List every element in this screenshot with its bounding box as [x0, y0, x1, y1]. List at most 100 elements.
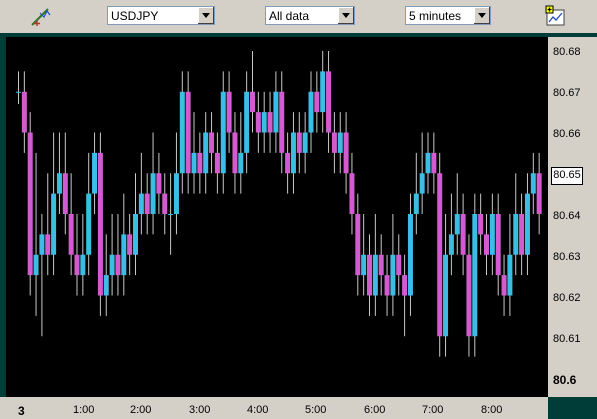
candle-body [343, 132, 349, 174]
interval-select[interactable]: 5 minutes [405, 6, 491, 25]
price-plot[interactable] [6, 37, 548, 397]
candle-body [179, 91, 185, 174]
y-tick-label: 80.67 [553, 87, 581, 99]
time-axis: 3 1:00 2:00 3:00 4:00 5:00 6:00 7:00 8:0… [0, 397, 548, 419]
candle-body [507, 254, 513, 296]
candle-body [27, 132, 33, 276]
symbol-dropdown-arrow-icon[interactable] [197, 7, 214, 24]
candle-body [501, 275, 507, 296]
candle-body [413, 193, 419, 214]
candle-body [51, 193, 57, 255]
candle-body [466, 254, 472, 337]
candle-body [244, 91, 250, 153]
candle-body [460, 214, 466, 255]
candle-body [33, 254, 39, 276]
x-tick-label: 2:00 [130, 404, 152, 416]
candle-body [454, 214, 460, 235]
toolbar: USDJPY All data 5 minutes [0, 0, 597, 33]
range-select[interactable]: All data [265, 6, 355, 25]
candle-body [80, 254, 86, 276]
candle-body [45, 234, 51, 255]
y-tick-label: 80.61 [553, 333, 581, 345]
y-tick-label: 80.62 [553, 292, 581, 304]
candle-body [209, 132, 215, 153]
interval-dropdown-arrow-icon[interactable] [473, 7, 490, 24]
candle-body [56, 173, 62, 194]
candle-body [168, 214, 174, 215]
y-tick-label: 80.6 [553, 373, 577, 387]
candle-body [92, 152, 98, 194]
candle-body [372, 254, 378, 296]
candle-body [197, 152, 203, 174]
candle-body [226, 91, 232, 133]
y-tick-label: 80.66 [553, 128, 581, 140]
candle-body [115, 254, 121, 276]
x-tick-label: 4:00 [247, 404, 269, 416]
candle-body [203, 132, 209, 174]
candle-body [337, 132, 343, 153]
candle-body [121, 234, 127, 276]
candle-body [62, 173, 68, 214]
candle-body [484, 234, 489, 255]
candle-body [267, 112, 273, 133]
symbol-value: USDJPY [111, 9, 159, 23]
candle-body [308, 91, 314, 133]
candle-body [191, 152, 197, 174]
range-dropdown-arrow-icon[interactable] [337, 7, 354, 24]
line-chart-icon[interactable] [545, 5, 567, 27]
candle-body [150, 173, 156, 214]
candle-body [495, 214, 501, 276]
candle-body [448, 234, 454, 255]
candle-body [367, 254, 372, 296]
candle-body [255, 112, 261, 133]
candle-body [378, 254, 384, 276]
candle-body [396, 254, 402, 276]
y-tick-label: 80.63 [553, 251, 581, 263]
candle-body [361, 254, 367, 276]
candle-body [16, 91, 21, 93]
candle-body [478, 214, 484, 235]
candle-body [431, 152, 437, 174]
candle-body [320, 71, 326, 113]
candle-body [314, 91, 320, 113]
candle-body [109, 254, 115, 276]
candle-body [86, 193, 92, 255]
y-tick-label: 80.64 [553, 210, 581, 222]
range-value: All data [269, 9, 310, 23]
candle-body [326, 71, 332, 133]
symbol-select[interactable]: USDJPY [107, 6, 215, 25]
candle-body [384, 275, 390, 296]
y-tick-label: 80.68 [553, 46, 581, 58]
candle-body [232, 132, 238, 174]
candle-body [156, 173, 162, 194]
candle-body [238, 152, 244, 174]
candle-body [390, 254, 396, 296]
candle-body [97, 152, 103, 296]
candle-body [536, 173, 542, 214]
candle-body [296, 132, 302, 153]
candle-body [402, 275, 408, 296]
candle-body [443, 254, 449, 337]
x-tick-label: 6:00 [364, 404, 386, 416]
candle-body [519, 214, 525, 255]
candle-body [349, 173, 355, 214]
x-tick-label: 8:00 [481, 404, 503, 416]
current-price-marker: 80.65 [551, 167, 583, 185]
candle-body [419, 173, 425, 194]
candle-body [524, 193, 530, 255]
interval-value: 5 minutes [409, 9, 462, 23]
candle-body [437, 173, 443, 337]
candle-body [250, 91, 255, 113]
candle-body [331, 132, 337, 153]
candle-body [220, 91, 226, 174]
x-tick-label: 7:00 [422, 404, 444, 416]
candle-body [138, 193, 144, 214]
candle-body [214, 152, 220, 174]
candle-body [513, 214, 519, 255]
candle-body [185, 91, 191, 174]
x-tick-label: 3 [18, 404, 25, 418]
candle-body [273, 91, 279, 133]
crosshair-pencil-icon[interactable] [28, 5, 54, 29]
x-tick-label: 5:00 [305, 404, 327, 416]
candle-body [162, 193, 168, 214]
